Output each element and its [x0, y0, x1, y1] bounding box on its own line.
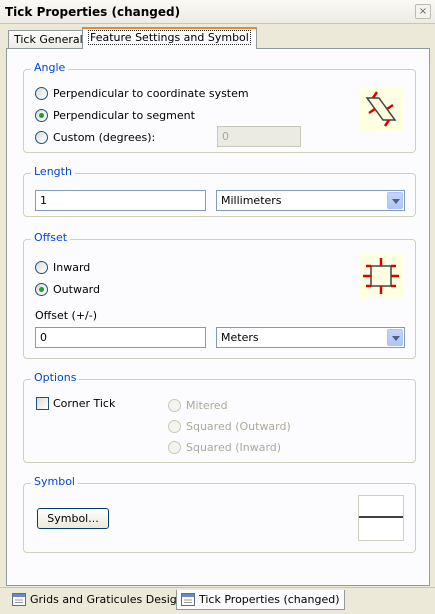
bottom-tab-grids-designer[interactable]: Grids and Graticules Designer: [8, 590, 199, 610]
angle-legend: Angle: [31, 61, 69, 74]
close-icon: ×: [418, 6, 428, 17]
length-unit-value: Millimeters: [221, 194, 282, 207]
chevron-down-icon: [387, 329, 403, 346]
window-icon: [181, 593, 195, 606]
offset-value-label: Offset (+/-): [35, 309, 98, 322]
offset-legend: Offset: [31, 231, 71, 244]
corner-tick-checkbox[interactable]: [36, 397, 49, 410]
radio-perpendicular-segment[interactable]: [35, 109, 48, 122]
bottom-tab-label: Tick Properties (changed): [199, 593, 340, 606]
radio-label: Perpendicular to coordinate system: [53, 87, 249, 100]
radio-mitered[interactable]: [168, 399, 181, 412]
symbol-button[interactable]: Symbol...: [37, 508, 109, 529]
offset-input[interactable]: 0: [35, 327, 206, 348]
radio-outward[interactable]: [35, 283, 48, 296]
radio-label: Squared (Inward): [186, 441, 282, 454]
bottom-tab-bar: Grids and Graticules Designer Tick Prope…: [0, 587, 435, 614]
symbol-preview: [358, 495, 404, 541]
radio-perpendicular-coordinate-system[interactable]: [35, 87, 48, 100]
chevron-down-icon: [387, 192, 403, 209]
length-unit-select[interactable]: Millimeters: [216, 190, 405, 211]
tab-feature-settings[interactable]: Feature Settings and Symbol: [82, 27, 257, 49]
bottom-tab-label: Grids and Graticules Designer: [30, 593, 195, 606]
offset-unit-select[interactable]: Meters: [216, 327, 405, 348]
symbol-group: Symbol Symbol...: [23, 475, 416, 553]
window-title: Tick Properties (changed): [5, 5, 181, 19]
length-input[interactable]: 1: [35, 190, 206, 211]
radio-squared-outward[interactable]: [168, 420, 181, 433]
tab-tick-general[interactable]: Tick General: [8, 30, 89, 49]
radio-label: Custom (degrees):: [53, 131, 156, 144]
window-icon: [12, 593, 26, 606]
options-legend: Options: [31, 371, 80, 384]
radio-label: Mitered: [186, 399, 228, 412]
radio-label: Inward: [53, 261, 91, 274]
tab-strip: Tick General Feature Settings and Symbol: [6, 27, 430, 49]
close-button[interactable]: ×: [415, 4, 431, 19]
corner-tick-label: Corner Tick: [53, 397, 116, 410]
offset-unit-value: Meters: [221, 331, 259, 344]
offset-group: Offset Inward Outward Offset (+/-) 0 Met…: [23, 231, 416, 359]
radio-label: Perpendicular to segment: [53, 109, 195, 122]
tab-label: Tick General: [14, 33, 83, 46]
angle-group: Angle Perpendicular to coordinate system…: [23, 61, 416, 153]
radio-label: Outward: [53, 283, 100, 296]
custom-degrees-input[interactable]: 0: [217, 126, 301, 147]
radio-custom-degrees[interactable]: [35, 131, 48, 144]
bottom-tab-tick-properties[interactable]: Tick Properties (changed): [176, 590, 345, 610]
length-legend: Length: [31, 165, 75, 178]
radio-label: Squared (Outward): [186, 420, 291, 433]
tab-panel: Angle Perpendicular to coordinate system…: [6, 48, 430, 586]
radio-squared-inward[interactable]: [168, 441, 181, 454]
options-group: Options Corner Tick Mitered Squared (Out…: [23, 371, 416, 463]
perpendicular-segment-icon: [359, 88, 403, 132]
length-group: Length 1 Millimeters: [23, 165, 416, 217]
tab-label: Feature Settings and Symbol: [88, 30, 251, 45]
radio-inward[interactable]: [35, 261, 48, 274]
symbol-legend: Symbol: [31, 475, 78, 488]
title-bar: Tick Properties (changed) ×: [0, 0, 435, 24]
outward-offset-icon: [359, 254, 403, 298]
